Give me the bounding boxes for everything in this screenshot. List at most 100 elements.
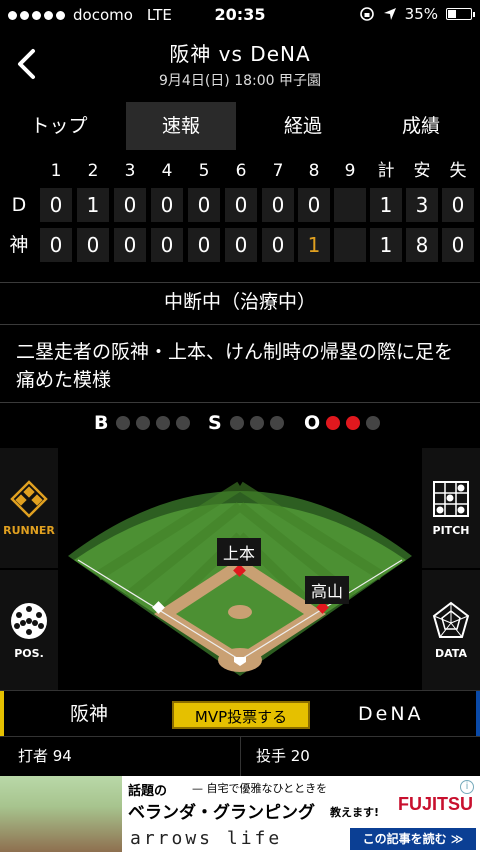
inning-score: 0: [77, 228, 109, 262]
pitch-grid-icon: [433, 480, 469, 517]
inning-header: 7: [272, 161, 284, 181]
ad-brand-logo: FUJITSU: [398, 794, 474, 814]
battery-icon: [446, 8, 475, 20]
out-label: O: [304, 412, 321, 434]
ball-indicator: [176, 416, 190, 430]
play-description: 二塁走者の阪神・上本、けん制時の帰塁の際に足を痛めた模様: [16, 341, 454, 391]
ad-main-text: ベランダ・グランピング: [128, 803, 315, 823]
ball-indicator: [116, 416, 130, 430]
away-accent: [476, 691, 480, 737]
away-team: DeNA: [358, 703, 424, 725]
inning-header: 3: [124, 161, 136, 181]
inning-header: 安: [413, 161, 431, 181]
home-accent: [0, 691, 4, 737]
ad-subheadline: — 自宅で優雅なひとときを: [192, 782, 328, 795]
ad-read-more-button[interactable]: この記事を読む ≫: [350, 828, 476, 850]
inning-score: 0: [298, 188, 330, 222]
total-score: 0: [442, 228, 474, 262]
inning-score: [334, 188, 366, 222]
runner-button[interactable]: RUNNER: [0, 448, 58, 568]
divider: [0, 282, 480, 283]
strike-indicator: [270, 416, 284, 430]
runner-icon: [10, 479, 48, 518]
inning-header: 4: [161, 161, 173, 181]
player-row: 打者 94 投手 20: [0, 736, 480, 777]
total-score: 3: [406, 188, 438, 222]
ball-indicator: [156, 416, 170, 430]
ad-tagline: 教えます!: [330, 806, 380, 819]
game-info: 9月4日(日) 18:00 甲子園: [159, 73, 321, 89]
out-indicator: [326, 416, 340, 430]
radar-chart-icon: [432, 601, 470, 638]
baseball-field: [68, 481, 412, 676]
total-score: 1: [370, 228, 402, 262]
inning-header: 9: [344, 161, 356, 181]
tab-progress[interactable]: 経過: [244, 102, 362, 150]
divider: [0, 402, 480, 403]
divider: [240, 737, 241, 777]
inning-score: 0: [40, 188, 72, 222]
data-label: DATA: [435, 646, 467, 660]
inning-header: 1: [50, 161, 62, 181]
runner-label: RUNNER: [3, 523, 55, 537]
ad-headline: 話題の: [128, 784, 168, 799]
inning-score: 0: [188, 188, 220, 222]
page-title: 阪神 vs DeNA: [169, 42, 311, 66]
inning-score: 0: [262, 188, 294, 222]
ad-product-name: arrows life: [130, 828, 283, 849]
ad-photo: [0, 776, 122, 852]
tab-stats[interactable]: 成績: [362, 102, 480, 150]
inning-header: 2: [87, 161, 99, 181]
ball-count: BSO: [0, 410, 480, 436]
inning-score: [334, 228, 366, 262]
battery-percent: 35%: [404, 5, 438, 23]
status-right: 35%: [359, 5, 475, 23]
scoreboard-row: D01000000130: [0, 188, 480, 224]
data-button[interactable]: DATA: [422, 570, 480, 690]
strike-label: S: [208, 412, 222, 434]
inning-score: 0: [151, 188, 183, 222]
team-abbrev: D: [11, 194, 27, 216]
total-score: 0: [442, 188, 474, 222]
position-icon: [11, 602, 47, 639]
game-status: 中断中（治療中）: [163, 291, 316, 313]
inning-score: 0: [262, 228, 294, 262]
ad-info-icon[interactable]: i: [460, 780, 474, 794]
inning-header: 8: [308, 161, 320, 181]
runner-first-tag: 高山: [305, 576, 350, 604]
out-indicator: [346, 416, 360, 430]
home-team: 阪神: [70, 703, 109, 725]
team-abbrev: 神: [9, 234, 29, 256]
pos-button[interactable]: POS.: [0, 570, 58, 690]
inning-score: 0: [40, 228, 72, 262]
pitch-button[interactable]: PITCH: [422, 448, 480, 568]
ball-indicator: [136, 416, 150, 430]
total-score: 1: [370, 188, 402, 222]
ball-label: B: [94, 412, 109, 434]
location-icon: [383, 8, 396, 20]
inning-score: 0: [225, 228, 257, 262]
tab-live[interactable]: 速報: [126, 102, 236, 150]
strike-indicator: [250, 416, 264, 430]
inning-score: 0: [151, 228, 183, 262]
inning-score: 1: [77, 188, 109, 222]
scoreboard-row: 神00000001180: [0, 228, 480, 264]
status-bar: docomo LTE 20:35 35%: [0, 0, 480, 32]
inning-header: 失: [449, 161, 467, 181]
game-header: 阪神 vs DeNA 9月4日(日) 18:00 甲子園: [0, 32, 480, 98]
tab-top[interactable]: トップ: [0, 102, 118, 150]
tab-bar: トップ 速報 経過 成績: [0, 102, 480, 150]
inning-header: 6: [235, 161, 247, 181]
runner-second-tag: 上本: [217, 538, 262, 566]
inning-score: 0: [114, 228, 146, 262]
inning-score: 0: [188, 228, 220, 262]
inning-score: 0: [114, 188, 146, 222]
pitch-label: PITCH: [432, 523, 470, 537]
inning-header: 計: [377, 161, 395, 181]
mvp-vote-button[interactable]: MVP投票する: [172, 701, 310, 729]
team-bar: 阪神 MVP投票する DeNA: [0, 690, 480, 737]
batter-label: 打者 94: [18, 747, 72, 765]
pos-label: POS.: [14, 646, 44, 660]
out-indicator: [366, 416, 380, 430]
ad-banner[interactable]: 話題の — 自宅で優雅なひとときを ベランダ・グランピング 教えます! FUJI…: [0, 776, 480, 852]
